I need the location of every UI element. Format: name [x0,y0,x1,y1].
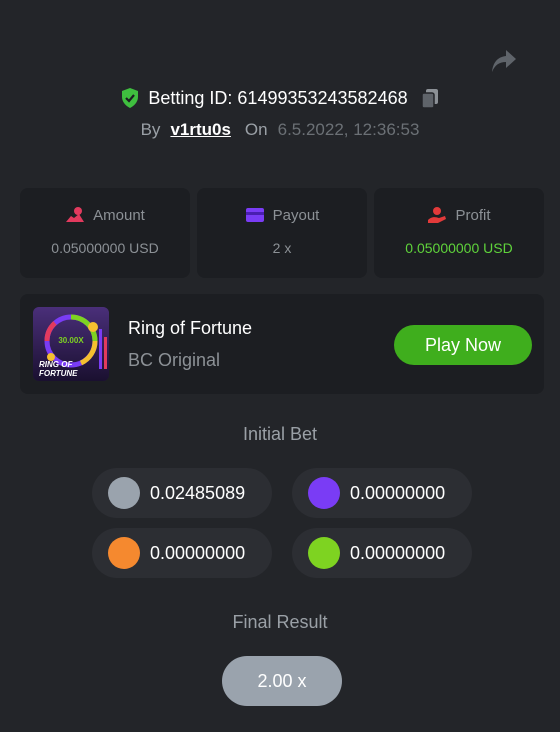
game-title[interactable]: Ring of Fortune [128,318,252,339]
copy-icon[interactable] [420,87,440,109]
bet-value-grey: 0.02485089 [150,482,246,503]
betting-id-row: Betting ID: 61499353243582468 [0,86,560,110]
amount-label: Amount [93,206,145,224]
green-color-dot [308,537,340,569]
amount-card: Amount 0.05000000 USD [20,188,190,278]
purple-color-dot [308,477,340,509]
thumb-title-line2: FORTUNE [39,369,78,378]
profit-label: Profit [455,206,491,224]
game-subtitle: BC Original [128,350,221,370]
bet-value-green: 0.00000000 [350,542,446,563]
thumb-multiplier: 30.00X [58,336,84,345]
final-result-badge: 2.00 x [222,656,342,706]
profit-card: Profit 0.05000000 USD [374,188,544,278]
share-icon[interactable] [490,48,518,74]
profit-hand-icon [428,207,447,223]
game-thumbnail[interactable]: 30.00X RING OF FORTUNE [33,307,109,381]
game-card: 30.00X RING OF FORTUNE Ring of Fortune B… [20,294,544,394]
amount-value: 0.05000000 USD [51,240,159,256]
thumb-title-line1: RING OF [39,360,73,369]
profit-value: 0.05000000 USD [405,240,513,256]
ring-of-fortune-thumbnail-art: 30.00X RING OF FORTUNE [33,307,109,381]
payout-label: Payout [272,206,320,224]
payout-card-icon [245,208,264,222]
betting-id-text: Betting ID: 61499353243582468 [148,87,408,108]
final-result-title: Final Result [232,612,328,632]
payout-value: 2 x [272,240,292,256]
username-link[interactable]: v1rtu0s [170,120,230,140]
grey-color-dot [108,477,140,509]
bet-pill-purple: 0.00000000 [292,468,472,518]
bet-pill-orange: 0.00000000 [92,528,272,578]
bet-value-purple: 0.00000000 [350,482,446,503]
bet-date: 6.5.2022, 12:36:53 [277,120,420,139]
bet-pill-grey: 0.02485089 [92,468,272,518]
on-label: On [244,120,268,139]
initial-bet-title: Initial Bet [242,424,318,444]
payout-card: Payout 2 x [197,188,367,278]
bet-meta-row: By v1rtu0s On 6.5.2022, 12:36:53 [0,118,560,142]
amount-icon [66,207,85,222]
verified-shield-icon [122,88,139,108]
by-label: By [140,120,161,139]
orange-color-dot [108,537,140,569]
bet-pill-green: 0.00000000 [292,528,472,578]
play-now-button[interactable]: Play Now [394,325,532,365]
bet-value-orange: 0.00000000 [150,542,246,563]
